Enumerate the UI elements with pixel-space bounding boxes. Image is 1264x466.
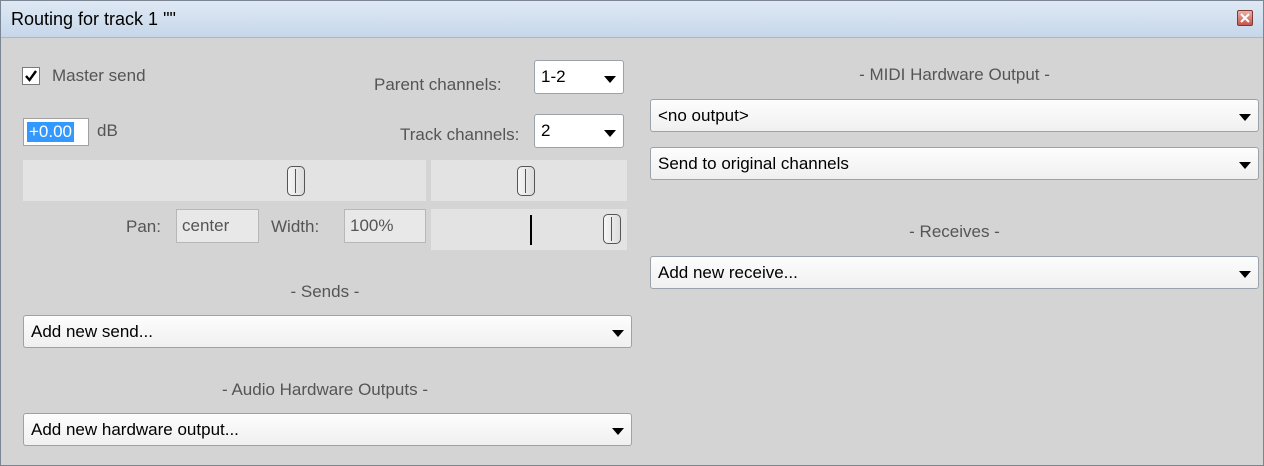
receives-header: - Receives - <box>909 222 1000 241</box>
parent-channels-select[interactable]: 1-2 <box>534 60 624 94</box>
track-channels-label: Track channels: <box>400 125 520 144</box>
volume-input[interactable]: +0.00 <box>23 118 89 146</box>
window-title: Routing for track 1 "" <box>11 9 176 29</box>
add-send-value: Add new send... <box>31 322 153 341</box>
midi-hardware-header: - MIDI Hardware Output - <box>859 65 1050 84</box>
audio-hardware-header: - Audio Hardware Outputs - <box>222 380 428 399</box>
width-value-field[interactable]: 100% <box>344 209 426 243</box>
add-hardware-output-select[interactable]: Add new hardware output... <box>23 413 632 446</box>
add-send-select[interactable]: Add new send... <box>23 315 632 348</box>
chevron-down-icon <box>612 330 624 337</box>
midi-output-select[interactable]: <no output> <box>650 99 1259 132</box>
width-label: Width: <box>271 217 320 236</box>
volume-fader-thumb[interactable] <box>287 166 305 196</box>
track-channels-select[interactable]: 2 <box>534 114 624 148</box>
midi-channels-select[interactable]: Send to original channels <box>650 147 1259 180</box>
width-center-marker <box>530 215 532 245</box>
width-fader-thumb[interactable] <box>603 214 621 244</box>
volume-unit-label: dB <box>97 121 118 140</box>
routing-window: Routing for track 1 "" Master send Paren… <box>0 0 1264 466</box>
width-value: 100% <box>350 216 394 235</box>
track-channels-value: 2 <box>541 121 551 140</box>
close-button[interactable] <box>1237 10 1253 26</box>
add-receive-select[interactable]: Add new receive... <box>650 256 1259 289</box>
width-fader[interactable] <box>431 209 627 250</box>
pan-value-field[interactable]: center <box>176 209 259 243</box>
chevron-down-icon <box>604 76 616 83</box>
midi-output-value: <no output> <box>658 106 749 125</box>
chevron-down-icon <box>1239 162 1251 169</box>
add-hardware-output-value: Add new hardware output... <box>31 420 239 439</box>
checkmark-icon <box>25 70 37 82</box>
parent-channels-label: Parent channels: <box>374 75 502 94</box>
sends-header: - Sends - <box>290 282 360 301</box>
chevron-down-icon <box>1239 271 1251 278</box>
chevron-down-icon <box>1239 114 1251 121</box>
title-bar[interactable]: Routing for track 1 "" <box>1 1 1263 38</box>
chevron-down-icon <box>604 130 616 137</box>
pan-label: Pan: <box>126 217 161 236</box>
master-send-label: Master send <box>52 66 146 85</box>
close-icon <box>1240 13 1250 23</box>
volume-fader[interactable] <box>23 160 426 201</box>
add-receive-value: Add new receive... <box>658 263 798 282</box>
pan-value: center <box>182 216 230 235</box>
parent-channels-value: 1-2 <box>541 67 566 86</box>
pan-fader[interactable] <box>431 160 627 201</box>
master-send-checkbox[interactable] <box>22 67 40 85</box>
midi-channels-value: Send to original channels <box>658 154 849 173</box>
chevron-down-icon <box>612 428 624 435</box>
volume-value: +0.00 <box>27 122 75 142</box>
pan-fader-thumb[interactable] <box>517 166 535 196</box>
